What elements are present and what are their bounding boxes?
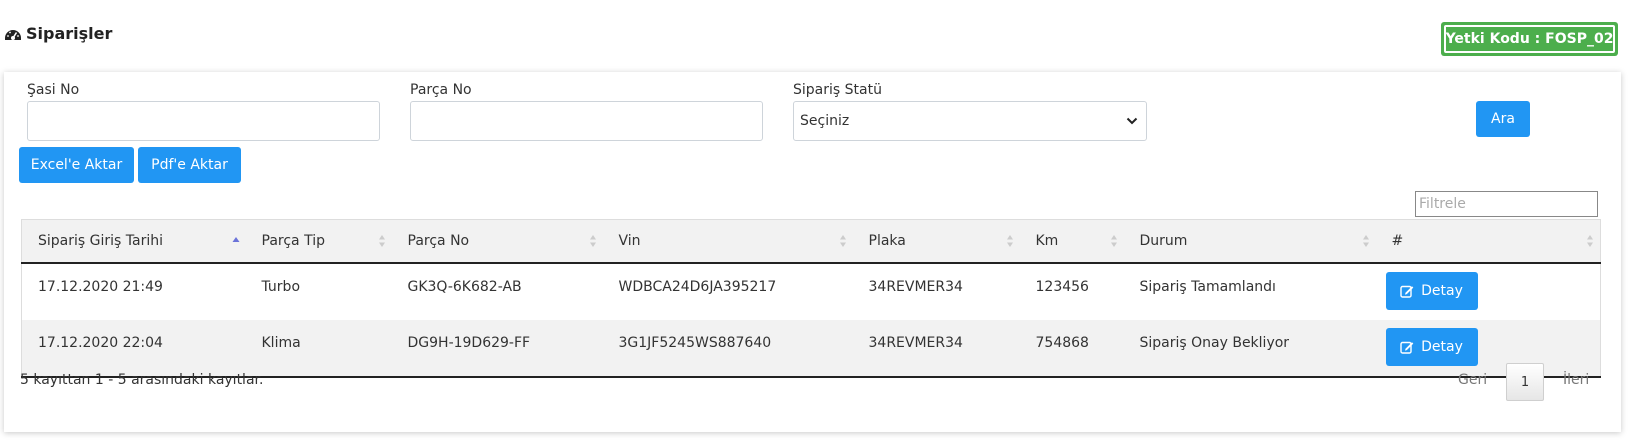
column-header-vin[interactable]: Vin xyxy=(602,219,853,264)
pagination-current-page[interactable]: 1 xyxy=(1506,363,1544,401)
page-title: Siparişler xyxy=(26,24,113,43)
cell-vin: WDBCA24D6JA395217 xyxy=(618,278,777,295)
dashboard-icon xyxy=(5,29,21,40)
detail-button-label: Detay xyxy=(1421,338,1463,355)
cell-parca-no: GK3Q-6K682-AB xyxy=(407,278,522,295)
orders-table: Sipariş Giriş Tarihi Parça Tip Parça No … xyxy=(21,219,1601,378)
edit-icon xyxy=(1400,341,1414,354)
page-header: Siparişler xyxy=(4,24,112,43)
detail-button[interactable]: Detay xyxy=(1385,327,1478,366)
cell-km: 754868 xyxy=(1019,319,1124,378)
sort-icon xyxy=(1110,234,1117,247)
cell-tarih: 17.12.2020 21:49 xyxy=(21,262,246,320)
cell-plaka: 34REVMER34 xyxy=(868,278,963,295)
cell-actions: Detay xyxy=(1375,319,1601,378)
parca-no-label: Parça No xyxy=(410,82,472,98)
sort-ascending-icon xyxy=(232,236,239,242)
table-header-row: Sipariş Giriş Tarihi Parça Tip Parça No … xyxy=(21,219,1601,264)
sasi-no-label: Şasi No xyxy=(27,82,80,98)
edit-icon xyxy=(1400,285,1414,298)
pagination-next[interactable]: İleri xyxy=(1563,372,1589,388)
siparis-statu-label: Sipariş Statü xyxy=(793,82,882,98)
cell-km: 123456 xyxy=(1035,278,1089,295)
detail-button[interactable]: Detay xyxy=(1385,271,1478,310)
column-header-plaka[interactable]: Plaka xyxy=(852,219,1020,264)
sort-icon xyxy=(589,234,596,247)
column-header-actions[interactable]: # xyxy=(1375,219,1601,264)
column-header-km[interactable]: Km xyxy=(1019,219,1124,264)
detail-button-label: Detay xyxy=(1421,282,1463,299)
cell-parca-no: DG9H-19D629-FF xyxy=(391,319,603,378)
cell-parca-tip: Turbo xyxy=(261,278,301,295)
table-info: 5 kayıttan 1 - 5 arasındaki kayıtlar. xyxy=(20,372,264,388)
column-header-parca-no[interactable]: Parça No xyxy=(391,219,603,264)
column-header-durum[interactable]: Durum xyxy=(1123,219,1376,264)
table-row: 17.12.2020 21:49 Turbo GK3Q-6K682-AB WDB… xyxy=(21,262,1601,320)
siparis-statu-selected: Seçiniz xyxy=(800,113,850,129)
table-row: 17.12.2020 22:04 Klima DG9H-19D629-FF 3G… xyxy=(21,319,1601,378)
table-filter-input[interactable] xyxy=(1415,191,1598,217)
cell-plaka: 34REVMER34 xyxy=(852,319,1020,378)
search-button[interactable]: Ara xyxy=(1476,101,1530,137)
sort-icon xyxy=(1587,234,1593,247)
pdf-export-button[interactable]: Pdf'e Aktar xyxy=(138,147,241,183)
siparis-statu-select[interactable]: Seçiniz xyxy=(793,101,1147,141)
auth-code-text: Yetki Kodu : FOSP_02 xyxy=(1444,25,1615,53)
sasi-no-input[interactable] xyxy=(27,101,380,141)
auth-code-badge: Yetki Kodu : FOSP_02 xyxy=(1441,22,1618,56)
column-header-parca-tip[interactable]: Parça Tip xyxy=(245,219,392,264)
sort-icon xyxy=(1006,234,1013,247)
pagination-prev[interactable]: Geri xyxy=(1458,372,1487,388)
excel-export-button[interactable]: Excel'e Aktar xyxy=(19,147,134,183)
sort-icon xyxy=(1362,234,1369,247)
column-header-tarih[interactable]: Sipariş Giriş Tarihi xyxy=(21,219,246,264)
cell-vin: 3G1JF5245WS887640 xyxy=(602,319,853,378)
chevron-down-icon xyxy=(1126,117,1138,125)
parca-no-input[interactable] xyxy=(410,101,763,141)
sort-icon xyxy=(839,234,846,247)
cell-durum: Sipariş Onay Bekliyor xyxy=(1123,319,1376,378)
sort-icon xyxy=(378,234,385,247)
cell-tarih: 17.12.2020 22:04 xyxy=(21,319,246,378)
cell-actions: Detay xyxy=(1375,262,1601,320)
cell-durum: Sipariş Tamamlandı xyxy=(1139,278,1276,295)
cell-parca-tip: Klima xyxy=(245,319,392,378)
